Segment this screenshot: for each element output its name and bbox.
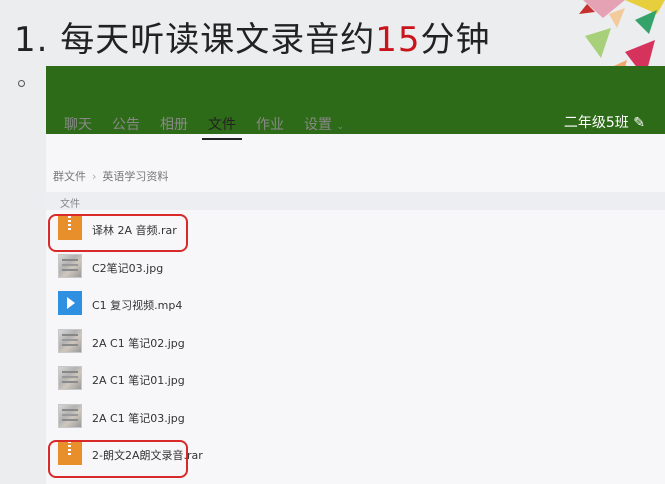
group-files-panel: 聊天 公告 相册 文件 作业 设置 ⌄ 群文件 › 英语学习资料 文件 译林 2A … (46, 118, 665, 484)
tab-homework[interactable]: 作业 (246, 118, 294, 144)
column-header-name[interactable]: 文件 (60, 195, 80, 210)
file-column-header: 文件 (46, 192, 665, 210)
image-thumbnail-icon (58, 366, 82, 390)
file-name[interactable]: C2笔记03.jpg (92, 260, 163, 276)
file-row[interactable]: 2A C1 笔记02.jpg (46, 323, 665, 361)
tab-chat[interactable]: 聊天 (54, 118, 102, 144)
breadcrumb: 群文件 › 英语学习资料 (53, 168, 168, 184)
breadcrumb-root[interactable]: 群文件 (53, 170, 86, 183)
breadcrumb-current: 英语学习资料 (102, 170, 169, 183)
image-thumbnail-icon (58, 328, 82, 353)
image-thumbnail-icon (58, 403, 82, 428)
file-row[interactable]: C2笔记03.jpg (46, 248, 665, 286)
tab-announcement[interactable]: 公告 (102, 118, 150, 144)
tab-album[interactable]: 相册 (150, 118, 198, 144)
group-name[interactable]: 二年级5班 ✎ (564, 112, 645, 132)
slide-title: 1. 每天听读课文录音约15分钟 (14, 20, 491, 60)
chevron-down-icon: ⌄ (336, 122, 344, 132)
video-play-icon (58, 291, 82, 315)
group-tabs: 聊天 公告 相册 文件 作业 设置 ⌄ (54, 118, 354, 144)
image-thumbnail-icon (58, 253, 82, 278)
file-row[interactable]: C1 复习视频.mp4 (46, 285, 665, 323)
breadcrumb-separator-icon: › (92, 170, 97, 183)
file-name[interactable]: C1 复习视频.mp4 (92, 297, 182, 313)
file-row[interactable]: 2A C1 笔记01.jpg (46, 360, 665, 398)
red-annotation-box (48, 440, 188, 478)
title-highlight-number: 15 (375, 20, 421, 60)
red-annotation-box (48, 214, 188, 252)
tab-settings[interactable]: 设置 ⌄ (294, 118, 354, 144)
edit-pencil-icon[interactable]: ✎ (633, 115, 645, 131)
tab-files[interactable]: 文件 (198, 118, 246, 144)
slide-bullet (18, 80, 25, 87)
file-name[interactable]: 2A C1 笔记01.jpg (92, 372, 185, 388)
file-name[interactable]: 2A C1 笔记03.jpg (92, 410, 185, 426)
file-name[interactable]: 2A C1 笔记02.jpg (92, 335, 185, 351)
file-row[interactable]: 2A C1 笔记03.jpg (46, 398, 665, 436)
